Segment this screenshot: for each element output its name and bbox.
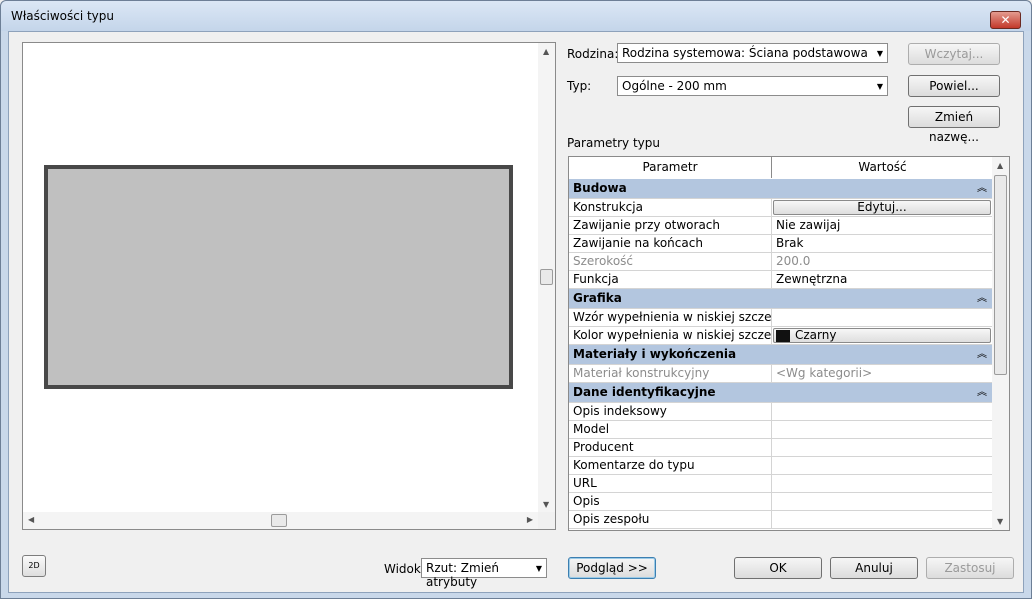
table-row[interactable]: Wzór wypełnienia w niskiej szczegóło <box>569 309 993 327</box>
grid-rows: Budowa ︽ Konstrukcja Edytuj... Zawijanie… <box>569 179 993 529</box>
apply-button[interactable]: Zastosuj <box>926 557 1014 579</box>
table-row: Materiał konstrukcyjny <Wg kategorii> <box>569 365 993 383</box>
type-label: Typ: <box>567 79 592 93</box>
type-parameters-grid: Parametr Wartość Budowa ︽ Konstrukcja Ed… <box>568 156 1010 531</box>
type-properties-dialog: Właściwości typu ✕ ▲ ▼ ◀ ▶ Rodzina: Rodz… <box>0 0 1032 599</box>
table-row[interactable]: URL <box>569 475 993 493</box>
table-row: Szerokość 200.0 <box>569 253 993 271</box>
grid-header: Parametr Wartość <box>569 157 993 178</box>
title-bar: Właściwości typu ✕ <box>1 1 1031 31</box>
family-dropdown[interactable]: Rodzina systemowa: Ściana podstawowa ▼ <box>617 43 888 63</box>
fill-color-button[interactable]: Czarny <box>773 328 991 343</box>
preview-vertical-scrollbar[interactable]: ▲ ▼ <box>538 43 555 513</box>
param-value[interactable] <box>772 421 993 438</box>
table-row[interactable]: Funkcja Zewnętrzna <box>569 271 993 289</box>
param-value[interactable] <box>772 439 993 456</box>
table-row[interactable]: Opis <box>569 493 993 511</box>
color-swatch-icon <box>776 329 790 342</box>
scroll-up-icon[interactable]: ▲ <box>543 47 549 56</box>
close-button[interactable]: ✕ <box>990 11 1021 29</box>
collapse-icon[interactable]: ︽ <box>973 345 993 364</box>
chevron-down-icon: ▼ <box>876 49 883 58</box>
group-row-construction[interactable]: Budowa ︽ <box>569 179 993 199</box>
type-value: Ogólne - 200 mm <box>622 79 727 93</box>
param-value[interactable]: Nie zawijaj <box>772 217 993 234</box>
param-value: <Wg kategorii> <box>776 366 873 380</box>
vertical-scroll-thumb[interactable] <box>540 269 553 285</box>
param-value[interactable] <box>772 309 993 326</box>
preview-button[interactable]: Podgląd >> <box>568 557 656 579</box>
family-value: Rodzina systemowa: Ściana podstawowa <box>622 46 868 60</box>
collapse-icon[interactable]: ︽ <box>973 383 993 402</box>
load-button[interactable]: Wczytaj... <box>908 43 1000 65</box>
group-row-materials[interactable]: Materiały i wykończenia ︽ <box>569 345 993 365</box>
table-row[interactable]: Opis indeksowy <box>569 403 993 421</box>
table-row[interactable]: Opis zespołu <box>569 511 993 529</box>
wall-preview-shape <box>44 165 513 389</box>
type-dropdown[interactable]: Ogólne - 200 mm ▼ <box>617 76 888 96</box>
grid-vertical-scrollbar[interactable]: ▲ ▼ <box>992 157 1009 530</box>
group-row-graphics[interactable]: Grafika ︽ <box>569 289 993 309</box>
group-row-identity-data[interactable]: Dane identyfikacyjne ︽ <box>569 383 993 403</box>
horizontal-scroll-thumb[interactable] <box>271 514 287 527</box>
param-value[interactable]: Brak <box>772 235 993 252</box>
ok-button[interactable]: OK <box>734 557 822 579</box>
dialog-body: ▲ ▼ ◀ ▶ Rodzina: Rodzina systemowa: Ścia… <box>8 31 1024 593</box>
collapse-icon[interactable]: ︽ <box>973 289 993 308</box>
grid-scroll-thumb[interactable] <box>994 175 1007 375</box>
scroll-down-icon[interactable]: ▼ <box>997 517 1003 526</box>
param-value[interactable] <box>772 475 993 492</box>
collapse-icon[interactable]: ︽ <box>973 179 993 198</box>
table-row[interactable]: Producent <box>569 439 993 457</box>
type-parameters-title: Parametry typu <box>567 136 660 150</box>
table-row[interactable]: Model <box>569 421 993 439</box>
preview-pane: ▲ ▼ ◀ ▶ <box>22 42 556 530</box>
rename-button[interactable]: Zmień nazwę... <box>908 106 1000 144</box>
view-label: Widok: <box>384 562 425 576</box>
param-value[interactable] <box>772 403 993 420</box>
scroll-down-icon[interactable]: ▼ <box>543 500 549 509</box>
scroll-corner <box>538 512 555 529</box>
cancel-button[interactable]: Anuluj <box>830 557 918 579</box>
scroll-up-icon[interactable]: ▲ <box>997 161 1003 170</box>
chevron-down-icon: ▼ <box>876 82 883 91</box>
param-value[interactable] <box>772 511 993 528</box>
table-row[interactable]: Komentarze do typu <box>569 457 993 475</box>
param-value[interactable]: Zewnętrzna <box>772 271 993 288</box>
preview-horizontal-scrollbar[interactable]: ◀ ▶ <box>23 512 555 529</box>
view-dropdown[interactable]: Rzut: Zmień atrybuty ▼ <box>421 558 547 589</box>
view-value: Rzut: Zmień atrybuty <box>426 561 500 589</box>
view-2d-icon[interactable]: 2D <box>22 555 46 577</box>
table-row[interactable]: Zawijanie przy otworach Nie zawijaj <box>569 217 993 235</box>
family-label: Rodzina: <box>567 47 619 61</box>
table-row[interactable]: Zawijanie na końcach Brak <box>569 235 993 253</box>
scroll-right-icon[interactable]: ▶ <box>527 515 533 524</box>
edit-structure-button[interactable]: Edytuj... <box>773 200 991 215</box>
param-value[interactable] <box>772 457 993 474</box>
duplicate-button[interactable]: Powiel... <box>908 75 1000 97</box>
chevron-down-icon: ▼ <box>535 564 542 573</box>
table-row[interactable]: Kolor wypełnienia w niskiej szczegóło Cz… <box>569 327 993 345</box>
scroll-left-icon[interactable]: ◀ <box>28 515 34 524</box>
param-value: 200.0 <box>776 254 811 268</box>
table-row[interactable]: Konstrukcja Edytuj... <box>569 199 993 217</box>
column-header-value[interactable]: Wartość <box>772 157 993 178</box>
param-value[interactable] <box>772 493 993 510</box>
column-header-parameter[interactable]: Parametr <box>569 157 772 178</box>
dialog-title: Właściwości typu <box>11 9 114 23</box>
